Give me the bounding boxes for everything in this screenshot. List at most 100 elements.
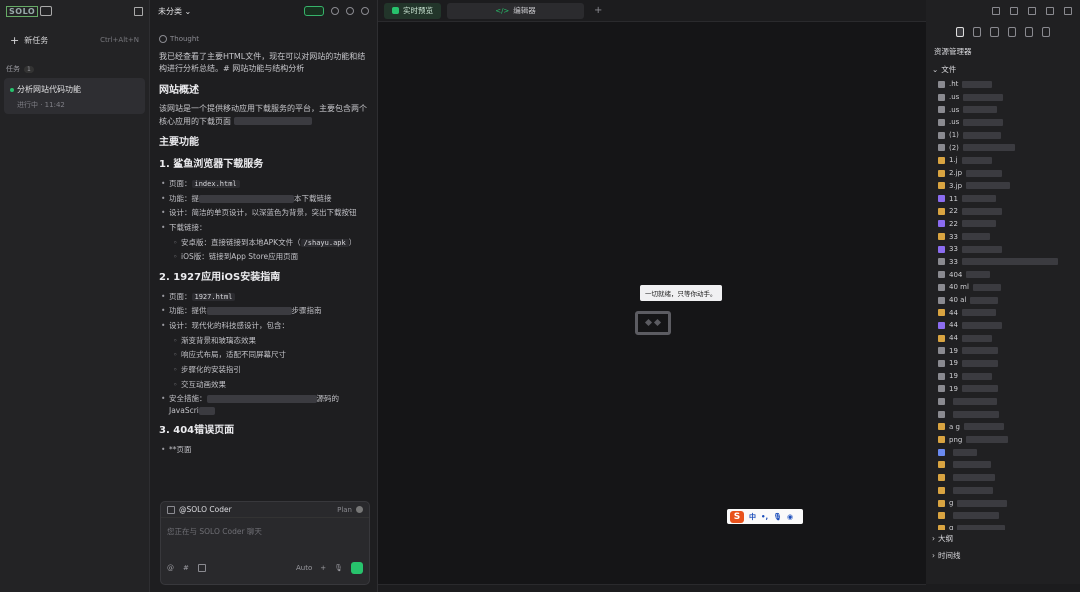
file-item[interactable]	[926, 395, 1080, 408]
file-item[interactable]: 40 al	[926, 294, 1080, 307]
group-label: 时间线	[938, 551, 961, 560]
mic-icon[interactable]: 🎙	[334, 564, 343, 572]
send-button[interactable]	[351, 562, 363, 574]
section1-heading: 1. 鲨鱼浏览器下载服务	[159, 159, 264, 171]
file-item[interactable]: 33	[926, 256, 1080, 269]
thought-indicator[interactable]: Thought	[159, 34, 368, 45]
file-item[interactable]	[926, 471, 1080, 484]
intro-text: 我已经查看了主要HTML文件，现在可以对网站的功能和结构进行分析总结。# 网站功…	[159, 51, 366, 74]
git-branch-icon[interactable]	[990, 27, 999, 37]
file-item[interactable]: 404	[926, 268, 1080, 281]
file-name: 40 ml	[949, 283, 969, 292]
terminal-status-button[interactable]	[304, 6, 324, 16]
file-item[interactable]: 44	[926, 332, 1080, 345]
file-icon	[938, 233, 945, 241]
file-item[interactable]: 1.j	[926, 154, 1080, 167]
file-item[interactable]	[926, 509, 1080, 522]
file-item[interactable]: .us	[926, 103, 1080, 116]
group-label: 文件	[941, 65, 957, 74]
history-icon[interactable]	[331, 7, 339, 15]
model-selector[interactable]: Auto	[296, 564, 312, 572]
file-item[interactable]: 22	[926, 218, 1080, 231]
split-icon[interactable]	[1010, 7, 1018, 15]
file-icon	[938, 207, 945, 215]
chat-input[interactable]: 您正在与 SOLO Coder 聊天	[161, 518, 369, 562]
file-item[interactable]: g	[926, 497, 1080, 510]
file-item[interactable]: 3.jp	[926, 180, 1080, 193]
mention-icon[interactable]: @	[167, 564, 174, 572]
task-item[interactable]: 分析网站代码功能 进行中 · 11:42	[4, 78, 145, 114]
file-item[interactable]: 19	[926, 383, 1080, 396]
plan-mode-toggle[interactable]	[356, 506, 363, 513]
outline-group-header[interactable]: › 大纲	[926, 530, 1080, 547]
file-item[interactable]: 40 ml	[926, 281, 1080, 294]
minimize-icon[interactable]	[1046, 7, 1054, 15]
timeline-group-header[interactable]: › 时间线	[926, 547, 1080, 564]
file-item[interactable]: a g	[926, 421, 1080, 434]
search-icon[interactable]	[973, 27, 982, 37]
file-item[interactable]: 19	[926, 344, 1080, 357]
add-tab-button[interactable]: +	[590, 5, 606, 16]
file-item[interactable]: 19	[926, 357, 1080, 370]
file-item[interactable]	[926, 408, 1080, 421]
expand-icon[interactable]	[1028, 7, 1036, 15]
new-task-button[interactable]: + 新任务 Ctrl+Alt+N	[4, 30, 145, 50]
image-icon[interactable]	[197, 564, 206, 572]
redacted-block	[961, 233, 990, 241]
file-item[interactable]: .us	[926, 116, 1080, 129]
magic-icon[interactable]: +	[320, 564, 326, 572]
section3-list: **页面	[159, 444, 368, 456]
file-item[interactable]: 44	[926, 306, 1080, 319]
file-item[interactable]: g	[926, 522, 1080, 530]
sidebar-toggle-icon[interactable]	[134, 6, 143, 16]
tab-editor[interactable]: </> 编辑器	[447, 2, 584, 19]
maximize-icon[interactable]	[1064, 7, 1072, 15]
file-item[interactable]: 19	[926, 370, 1080, 383]
list-item: 功能：提 本下载链接	[159, 193, 368, 205]
file-item[interactable]: 33	[926, 230, 1080, 243]
section2-heading: 2. 1927应用iOS安装指南	[159, 272, 281, 284]
layout-icon[interactable]	[992, 7, 1000, 15]
list-item: iOS版：链接到App Store应用页面	[171, 251, 368, 263]
new-task-shortcut: Ctrl+Alt+N	[100, 36, 139, 44]
tab-live-preview[interactable]: 实时预览	[384, 2, 441, 19]
file-icon	[938, 220, 945, 228]
empty-state-tooltip: 一切就绪，只等你动手。	[640, 285, 722, 301]
file-item[interactable]: 11	[926, 192, 1080, 205]
file-item[interactable]: (1)	[926, 129, 1080, 142]
task-status: 进行中 · 11:42	[17, 101, 65, 109]
ime-language: 中	[749, 512, 756, 521]
globe-icon[interactable]	[1024, 27, 1033, 37]
file-item[interactable]: 33	[926, 243, 1080, 256]
file-name: 40 al	[949, 296, 967, 305]
file-icon	[938, 461, 945, 469]
file-icon	[938, 423, 945, 431]
category-dropdown[interactable]: 未分类 ⌄	[158, 6, 191, 17]
file-item[interactable]: 22	[926, 205, 1080, 218]
new-chat-icon[interactable]	[361, 7, 369, 15]
tasks-label: 任务	[6, 65, 20, 73]
file-item[interactable]: 44	[926, 319, 1080, 332]
composer-actions: Auto + 🎙	[296, 562, 363, 574]
file-item[interactable]	[926, 446, 1080, 459]
files-group-header[interactable]: ⌄ 文件	[926, 61, 1080, 78]
redacted-block	[966, 436, 1009, 444]
agent-selector[interactable]: @SOLO Coder	[179, 505, 232, 514]
hash-icon[interactable]: #	[183, 564, 189, 572]
file-name: (2)	[949, 143, 959, 152]
ime-toolbar[interactable]: S 中 •, 🎙 ◉	[727, 509, 803, 524]
file-item[interactable]: (2)	[926, 141, 1080, 154]
files-icon[interactable]	[956, 27, 965, 37]
file-item[interactable]	[926, 484, 1080, 497]
file-item[interactable]: .us	[926, 91, 1080, 104]
monitor-icon[interactable]	[1041, 27, 1051, 37]
file-item[interactable]: png	[926, 433, 1080, 446]
file-item[interactable]	[926, 459, 1080, 472]
item-label: 页面：	[169, 178, 192, 188]
extensions-icon[interactable]	[1007, 27, 1016, 37]
file-item[interactable]: .ht	[926, 78, 1080, 91]
file-item[interactable]: 2.jp	[926, 167, 1080, 180]
settings-icon[interactable]	[346, 7, 354, 15]
file-icon	[938, 385, 945, 393]
composer-header: @SOLO Coder Plan	[161, 502, 369, 518]
